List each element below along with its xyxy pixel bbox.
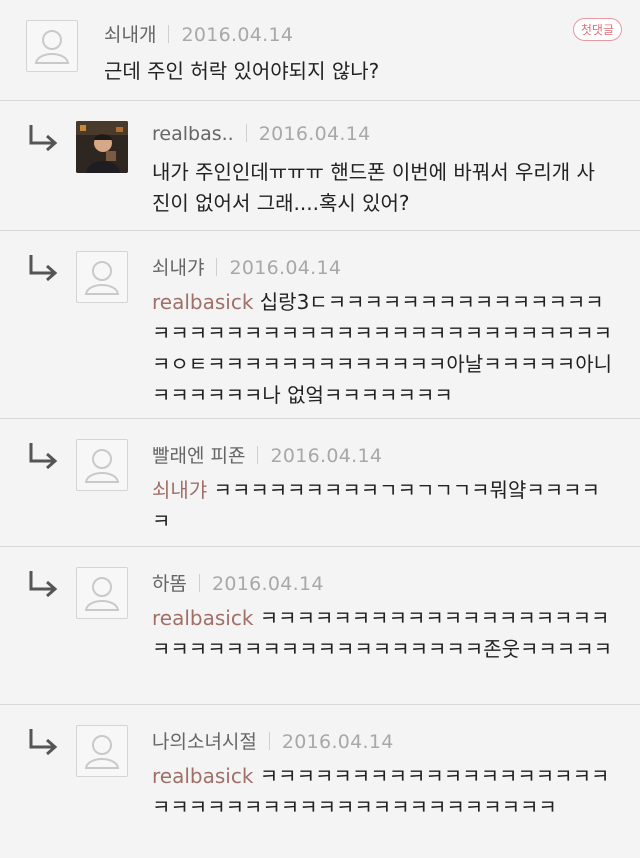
divider — [216, 258, 218, 276]
reply-item: realbas.. 2016.04.14 내가 주인인데ㅠㅠㅠ 핸드폰 이번에 바… — [0, 101, 640, 231]
comment-date: 2016.04.14 — [270, 445, 383, 467]
comment-text: realbasick ㅋㅋㅋㅋㅋㅋㅋㅋㅋㅋㅋㅋㅋㅋㅋㅋㅋㅋㅋㅋㅋㅋㅋㅋㅋㅋㅋㅋㅋ… — [152, 603, 612, 665]
comment-date: 2016.04.14 — [181, 24, 294, 46]
comment-text: 근데 주인 허락 있어야되지 않나? — [104, 56, 604, 87]
author-name[interactable]: 하똠 — [152, 573, 187, 595]
comment-meta: 빨래엔 피죤 2016.04.14 — [152, 441, 382, 468]
divider — [257, 446, 259, 464]
comment-text-content: 내가 주인인데ㅠㅠㅠ 핸드폰 이번에 바꿔서 우리개 사진이 없어서 그래...… — [152, 160, 595, 215]
default-avatar-icon[interactable] — [76, 725, 128, 777]
author-name[interactable]: 나의소녀시절 — [152, 731, 257, 753]
comment-item: 쇠내개 2016.04.14 첫댓글 근데 주인 허락 있어야되지 않나? — [0, 0, 640, 101]
mention-link[interactable]: 쇠내갸 — [152, 478, 207, 502]
mention-link[interactable]: realbasick — [152, 290, 253, 314]
reply-item: 쇠내갸 2016.04.14 realbasick 십랑3ㄷㅋㅋㅋㅋㅋㅋㅋㅋㅋㅋㅋ… — [0, 231, 640, 419]
author-name[interactable]: realbas.. — [152, 123, 234, 145]
comment-text: 쇠내갸 ㅋㅋㅋㅋㅋㅋㅋㅋㅋㄱㅋㄱㄱㄱㅋ뭐얔ㅋㅋㅋㅋㅋ — [152, 475, 612, 537]
comment-date: 2016.04.14 — [281, 731, 394, 753]
comment-text: realbasick 십랑3ㄷㅋㅋㅋㅋㅋㅋㅋㅋㅋㅋㅋㅋㅋㅋㅋㅋㅋㅋㅋㅋㅋㅋㅋㅋㅋ… — [152, 287, 612, 411]
user-photo-avatar[interactable] — [76, 121, 128, 173]
reply-item: 나의소녀시절 2016.04.14 realbasick ㅋㅋㅋㅋㅋㅋㅋㅋㅋㅋㅋㅋ… — [0, 705, 640, 858]
comment-text: realbasick ㅋㅋㅋㅋㅋㅋㅋㅋㅋㅋㅋㅋㅋㅋㅋㅋㅋㅋㅋㅋㅋㅋㅋㅋㅋㅋㅋㅋㅋ… — [152, 761, 612, 823]
reply-item: 빨래엔 피죤 2016.04.14 쇠내갸 ㅋㅋㅋㅋㅋㅋㅋㅋㅋㄱㅋㄱㄱㄱㅋ뭐얔ㅋㅋ… — [0, 419, 640, 547]
default-avatar-icon[interactable] — [76, 567, 128, 619]
comment-meta: 나의소녀시절 2016.04.14 — [152, 727, 394, 754]
comment-list: 쇠내개 2016.04.14 첫댓글 근데 주인 허락 있어야되지 않나? rea… — [0, 0, 640, 858]
comment-meta: 쇠내갸 2016.04.14 — [152, 253, 341, 280]
reply-arrow-icon — [29, 443, 58, 470]
mention-link[interactable]: realbasick — [152, 764, 253, 788]
comment-date: 2016.04.14 — [211, 573, 324, 595]
divider — [168, 25, 170, 43]
divider — [198, 574, 200, 592]
reply-arrow-icon — [29, 729, 58, 756]
default-avatar-icon[interactable] — [76, 251, 128, 303]
reply-arrow-icon — [29, 571, 58, 598]
comment-meta: realbas.. 2016.04.14 — [152, 123, 370, 145]
divider — [245, 124, 247, 142]
default-avatar-icon[interactable] — [76, 439, 128, 491]
mention-link[interactable]: realbasick — [152, 606, 253, 630]
divider — [268, 732, 270, 750]
first-comment-badge: 첫댓글 — [572, 18, 622, 41]
comment-text-content: ㅋㅋㅋㅋㅋㅋㅋㅋㅋㄱㅋㄱㄱㄱㅋ뭐얔ㅋㅋㅋㅋㅋ — [152, 478, 600, 533]
comment-date: 2016.04.14 — [258, 123, 371, 145]
comment-meta: 쇠내개 2016.04.14 — [104, 20, 293, 47]
author-name[interactable]: 쇠내개 — [104, 24, 156, 46]
reply-item: 하똠 2016.04.14 realbasick ㅋㅋㅋㅋㅋㅋㅋㅋㅋㅋㅋㅋㅋㅋㅋㅋ… — [0, 547, 640, 705]
reply-arrow-icon — [29, 125, 58, 152]
author-name[interactable]: 쇠내갸 — [152, 257, 204, 279]
comment-text: 내가 주인인데ㅠㅠㅠ 핸드폰 이번에 바꿔서 우리개 사진이 없어서 그래...… — [152, 157, 612, 219]
default-avatar-icon[interactable] — [26, 20, 78, 72]
comment-text-content: 근데 주인 허락 있어야되지 않나? — [104, 59, 380, 83]
comment-meta: 하똠 2016.04.14 — [152, 569, 324, 596]
author-name[interactable]: 빨래엔 피죤 — [152, 445, 245, 467]
reply-arrow-icon — [29, 255, 58, 282]
comment-date: 2016.04.14 — [229, 257, 342, 279]
